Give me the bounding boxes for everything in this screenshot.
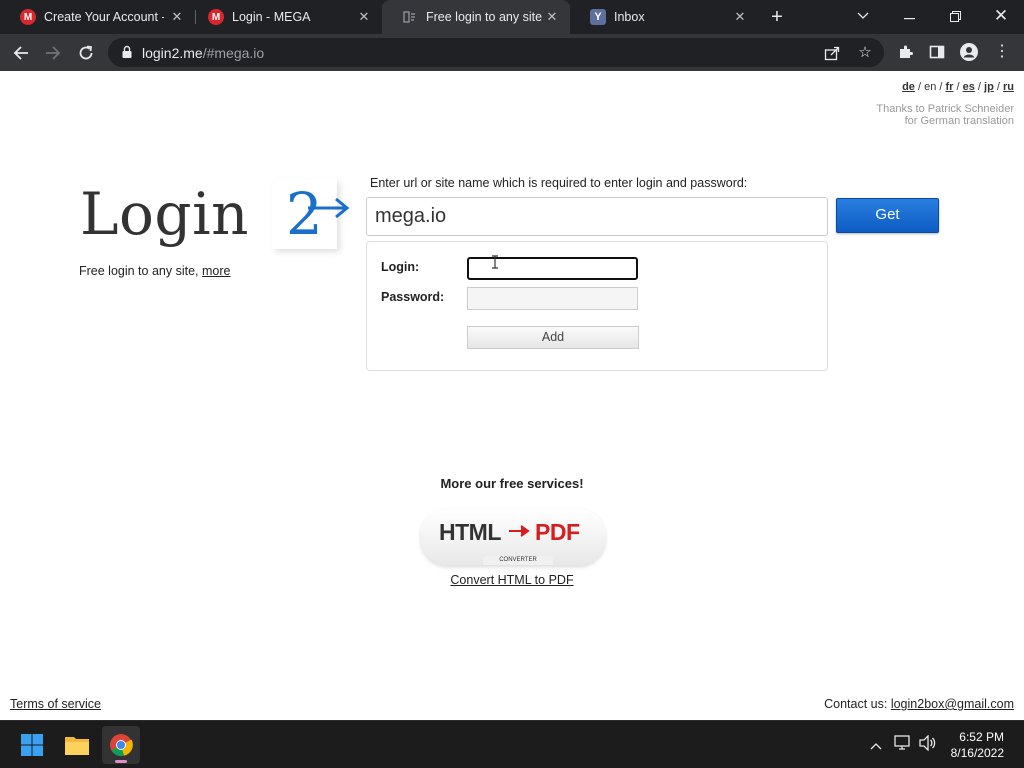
- tab-free-login[interactable]: Free login to any site ✕: [382, 0, 570, 34]
- close-icon[interactable]: ✕: [169, 9, 185, 25]
- share-icon[interactable]: [822, 43, 842, 63]
- tab-bar: M Create Your Account - MEGA ✕ M Login -…: [0, 0, 1024, 34]
- restore-button[interactable]: [932, 0, 978, 34]
- lang-de[interactable]: de: [902, 81, 915, 93]
- windows-start-icon[interactable]: [13, 726, 51, 764]
- back-arrow-icon[interactable]: [9, 41, 33, 65]
- tab-title: Create Your Account - MEGA: [44, 10, 164, 24]
- site-input[interactable]: [366, 197, 828, 236]
- new-tab-button[interactable]: +: [766, 6, 788, 28]
- password-field[interactable]: [467, 287, 638, 310]
- get-button[interactable]: Get: [836, 198, 939, 233]
- side-panel-icon[interactable]: [927, 42, 947, 62]
- login-label: Login:: [381, 260, 420, 274]
- terms-of-service-link[interactable]: Terms of service: [10, 697, 101, 711]
- reload-icon[interactable]: [74, 41, 98, 65]
- taskbar: 6:52 PM 8/16/2022: [0, 720, 1024, 768]
- credentials-form: Login: Password: Add: [366, 241, 828, 371]
- html-to-pdf-badge[interactable]: HTML PDF CONVERTER: [421, 509, 605, 565]
- yahoo-icon: Y: [590, 9, 606, 25]
- footer-terms: Terms of service: [10, 697, 101, 711]
- page-content: de / en / fr / es / jp / ru Thanks to Pa…: [0, 71, 1024, 720]
- close-icon[interactable]: ✕: [356, 9, 372, 25]
- system-clock[interactable]: 6:52 PM 8/16/2022: [951, 729, 1004, 761]
- tab-title: Inbox: [614, 10, 645, 24]
- file-explorer-icon[interactable]: [58, 726, 96, 764]
- more-menu-icon[interactable]: ⋮: [992, 42, 1012, 62]
- extensions-icon[interactable]: [896, 42, 916, 62]
- language-selector: de / en / fr / es / jp / ru: [902, 81, 1014, 93]
- site-logo: Login 2: [80, 179, 338, 249]
- translation-credit: Thanks to Patrick Schneider for German t…: [876, 103, 1014, 127]
- forward-arrow-icon[interactable]: [41, 41, 65, 65]
- url-text: login2.me/#mega.io: [142, 45, 265, 61]
- clock-date: 8/16/2022: [950, 746, 1004, 760]
- tab-title: Login - MEGA: [232, 10, 311, 24]
- badge-converter-text: CONVERTER: [483, 556, 553, 565]
- lang-jp[interactable]: jp: [984, 81, 994, 93]
- mega-icon: M: [20, 9, 36, 25]
- add-button[interactable]: Add: [467, 326, 639, 349]
- arrow-right-icon: [308, 197, 350, 219]
- footer-contact: Contact us: login2box@gmail.com: [824, 697, 1014, 711]
- more-link[interactable]: more: [202, 264, 230, 278]
- close-window-button[interactable]: ✕: [978, 0, 1024, 34]
- close-icon[interactable]: ✕: [544, 9, 560, 25]
- address-bar[interactable]: login2.me/#mega.io ☆: [108, 38, 884, 67]
- chrome-icon[interactable]: [102, 726, 140, 764]
- password-label: Password:: [381, 290, 445, 304]
- bookmark-star-icon[interactable]: ☆: [855, 43, 875, 63]
- close-icon[interactable]: ✕: [732, 9, 748, 25]
- login2-icon: [402, 9, 418, 25]
- tab-login-mega[interactable]: M Login - MEGA ✕: [188, 0, 382, 34]
- active-indicator: [115, 760, 127, 763]
- profile-icon[interactable]: [959, 42, 979, 62]
- network-icon[interactable]: [893, 735, 913, 755]
- more-services-heading: More our free services!: [440, 476, 584, 491]
- volume-icon[interactable]: [918, 734, 938, 755]
- convert-html-to-pdf-link[interactable]: Convert HTML to PDF: [450, 573, 573, 587]
- tab-title: Free login to any site: [426, 10, 543, 24]
- lang-ru[interactable]: ru: [1003, 81, 1014, 93]
- tab-inbox[interactable]: Y Inbox ✕: [570, 0, 758, 34]
- lock-icon[interactable]: [120, 45, 134, 59]
- chevron-up-icon[interactable]: [866, 735, 886, 755]
- badge-pdf-text: PDF: [535, 519, 580, 545]
- lang-en: en: [924, 81, 937, 93]
- tab-create-account[interactable]: M Create Your Account - MEGA ✕: [0, 0, 195, 34]
- convert-link-wrap: Convert HTML to PDF: [0, 573, 1024, 587]
- clock-time: 6:52 PM: [959, 730, 1004, 744]
- text-cursor-icon: [492, 255, 498, 269]
- minimize-button[interactable]: [886, 0, 932, 34]
- site-prompt: Enter url or site name which is required…: [370, 176, 748, 190]
- contact-email-link[interactable]: login2box@gmail.com: [891, 697, 1014, 711]
- mega-icon: M: [208, 9, 224, 25]
- badge-html-text: HTML: [439, 519, 501, 545]
- arrow-right-icon: [509, 525, 530, 537]
- tagline: Free login to any site, more: [79, 264, 231, 278]
- browser-toolbar: login2.me/#mega.io ☆ ⋮: [0, 34, 1024, 71]
- lang-es[interactable]: es: [963, 81, 975, 93]
- tab-search-chevron-icon[interactable]: [840, 0, 886, 34]
